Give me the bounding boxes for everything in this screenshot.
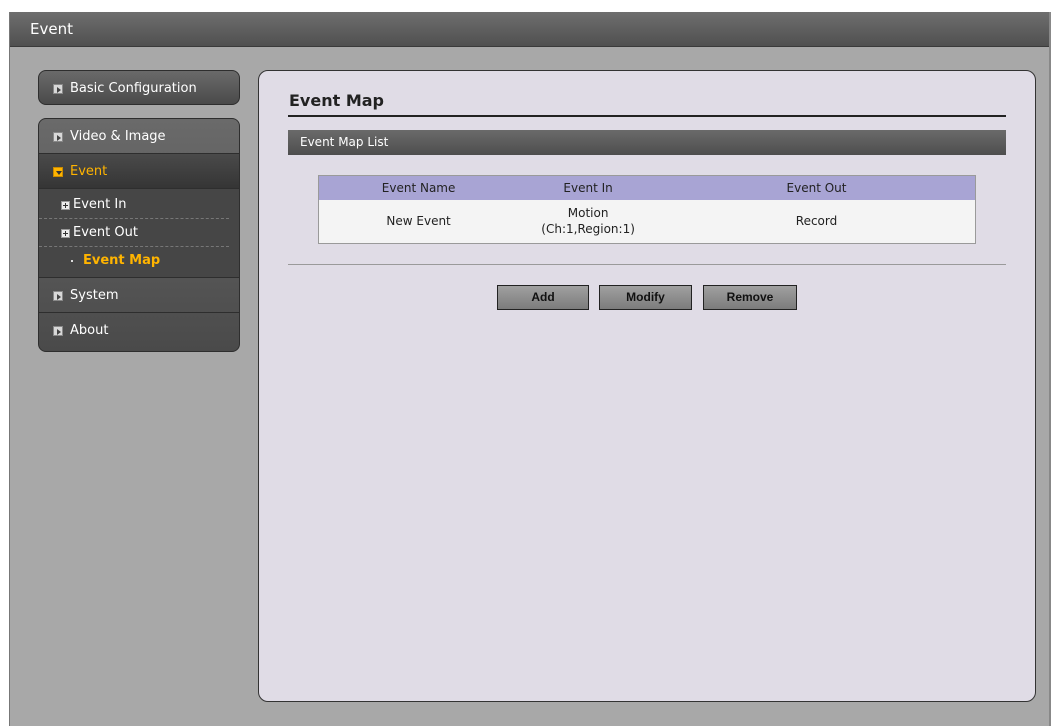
submenu-item-event-map[interactable]: Event Map: [39, 247, 229, 275]
cell-event-in[interactable]: Motion (Ch:1,Region:1): [518, 199, 659, 244]
sidebar-basic-configuration-box: Basic Configuration: [38, 70, 240, 105]
sidebar-item-basic-configuration[interactable]: Basic Configuration: [39, 71, 239, 106]
window-title: Event: [10, 12, 1051, 47]
page-title: Event Map: [289, 91, 384, 110]
table-row[interactable]: New Event Motion (Ch:1,Region:1) Record: [318, 199, 976, 244]
content-panel: Event Map Event Map List Event Name Even…: [258, 70, 1036, 702]
sidebar-item-label: About: [70, 323, 109, 338]
event-submenu: Event In Event Out Event Map: [39, 189, 239, 278]
remove-button[interactable]: Remove: [703, 285, 797, 310]
cell-event-out[interactable]: Record: [658, 199, 976, 244]
sidebar-item-label: Event: [70, 164, 108, 179]
submenu-item-event-in[interactable]: Event In: [39, 191, 229, 219]
sidebar-item-label: Video & Image: [70, 129, 166, 144]
submenu-item-event-out[interactable]: Event Out: [39, 219, 229, 247]
event-window: Event Basic Configuration Video & Image …: [9, 12, 1051, 726]
plus-icon: [61, 229, 70, 238]
column-header-event-in: Event In: [518, 175, 659, 200]
expand-arrow-icon: [53, 132, 63, 142]
title-divider: [288, 115, 1006, 117]
sidebar-item-event[interactable]: Event: [39, 154, 239, 189]
sidebar-item-label: Basic Configuration: [70, 81, 197, 96]
submenu-item-label: Event Out: [73, 225, 138, 240]
bullet-icon: [71, 260, 73, 262]
expand-arrow-icon: [53, 326, 63, 336]
event-in-type: Motion: [567, 206, 609, 221]
expand-arrow-icon: [53, 84, 63, 94]
cell-event-name[interactable]: New Event: [318, 199, 519, 244]
column-header-event-out: Event Out: [658, 175, 976, 200]
section-header: Event Map List: [288, 130, 1006, 155]
submenu-item-label: Event Map: [83, 253, 161, 268]
collapse-arrow-icon: [53, 167, 63, 177]
sidebar-item-label: System: [70, 288, 119, 303]
add-button[interactable]: Add: [497, 285, 589, 310]
expand-arrow-icon: [53, 291, 63, 301]
bottom-divider: [288, 264, 1006, 265]
sidebar-menu: Video & Image Event Event In Event Out E…: [38, 118, 240, 352]
event-map-table: Event Name Event In Event Out New Event …: [318, 175, 976, 244]
sidebar-item-video-image[interactable]: Video & Image: [39, 119, 239, 154]
submenu-item-label: Event In: [73, 197, 127, 212]
sidebar-item-about[interactable]: About: [39, 313, 239, 348]
event-in-detail: (Ch:1,Region:1): [541, 222, 635, 237]
modify-button[interactable]: Modify: [599, 285, 692, 310]
table-header-row: Event Name Event In Event Out: [318, 175, 976, 200]
sidebar-item-system[interactable]: System: [39, 278, 239, 313]
column-header-event-name: Event Name: [318, 175, 519, 200]
plus-icon: [61, 201, 70, 210]
